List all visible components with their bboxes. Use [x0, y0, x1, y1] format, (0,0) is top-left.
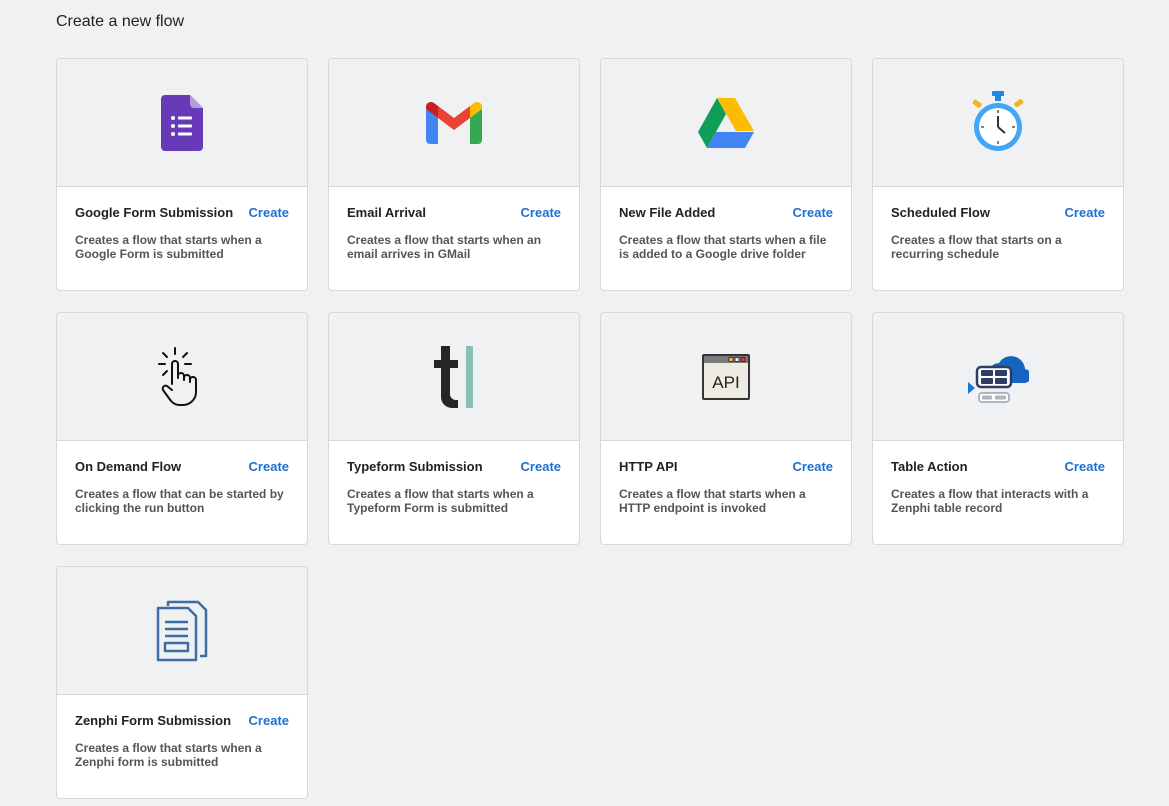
flow-card-google-form-submission[interactable]: Google Form Submission Create Creates a …	[56, 58, 308, 291]
google-drive-icon	[690, 87, 762, 159]
card-icon-area	[601, 59, 851, 187]
stopwatch-icon	[962, 87, 1034, 159]
card-icon-area	[57, 59, 307, 187]
card-icon-area	[873, 59, 1123, 187]
create-button[interactable]: Create	[521, 205, 561, 220]
flow-card-http-api[interactable]: API HTTP API Create Creates a flow that …	[600, 312, 852, 545]
create-button[interactable]: Create	[1065, 205, 1105, 220]
card-title: Google Form Submission	[75, 205, 234, 220]
card-title: Table Action	[891, 459, 968, 474]
page-title: Create a new flow	[56, 13, 185, 30]
api-window-icon: API	[690, 341, 762, 413]
create-button[interactable]: Create	[793, 205, 833, 220]
card-title: Typeform Submission	[347, 459, 483, 474]
card-title: Email Arrival	[347, 205, 427, 220]
card-icon-area	[329, 59, 579, 187]
card-icon-area	[329, 313, 579, 441]
flow-template-grid: Google Form Submission Create Creates a …	[56, 58, 1124, 799]
card-description: Creates a flow that starts when a Google…	[75, 233, 262, 261]
card-description: Creates a flow that starts when a Zenphi…	[75, 741, 262, 769]
flow-card-scheduled-flow[interactable]: Scheduled Flow Create Creates a flow tha…	[872, 58, 1124, 291]
create-button[interactable]: Create	[249, 459, 289, 474]
api-icon-label: API	[712, 373, 739, 392]
create-button[interactable]: Create	[521, 459, 561, 474]
card-title: Scheduled Flow	[891, 205, 990, 220]
card-title: Zenphi Form Submission	[75, 713, 232, 728]
flow-card-table-action[interactable]: Table Action Create Creates a flow that …	[872, 312, 1124, 545]
flow-card-new-file-added[interactable]: New File Added Create Creates a flow tha…	[600, 58, 852, 291]
flow-card-zenphi-form-submission[interactable]: Zenphi Form Submission Create Creates a …	[56, 566, 308, 799]
card-title: On Demand Flow	[75, 459, 182, 474]
create-button[interactable]: Create	[793, 459, 833, 474]
document-form-icon	[146, 595, 218, 667]
card-icon-area	[57, 313, 307, 441]
card-description: Creates a flow that can be started by cl…	[75, 487, 284, 515]
card-description: Creates a flow that interacts with a Zen…	[891, 487, 1089, 515]
card-icon-area: API	[601, 313, 851, 441]
card-title: HTTP API	[619, 459, 678, 474]
typeform-icon	[418, 341, 490, 413]
card-title: New File Added	[619, 205, 716, 220]
card-description: Creates a flow that starts on a recurrin…	[891, 233, 1062, 261]
card-icon-area	[57, 567, 307, 695]
flow-card-email-arrival[interactable]: Email Arrival Create Creates a flow that…	[328, 58, 580, 291]
card-description: Creates a flow that starts when a Typefo…	[347, 487, 534, 515]
create-button[interactable]: Create	[249, 205, 289, 220]
card-description: Creates a flow that starts when a file i…	[619, 233, 827, 261]
flow-card-typeform-submission[interactable]: Typeform Submission Create Creates a flo…	[328, 312, 580, 545]
create-button[interactable]: Create	[249, 713, 289, 728]
flow-card-on-demand-flow[interactable]: On Demand Flow Create Creates a flow tha…	[56, 312, 308, 545]
card-icon-area	[873, 313, 1123, 441]
cloud-table-icon	[962, 341, 1034, 413]
create-button[interactable]: Create	[1065, 459, 1105, 474]
google-forms-icon	[146, 87, 218, 159]
pointer-click-icon	[146, 341, 218, 413]
card-description: Creates a flow that starts when a HTTP e…	[619, 487, 806, 515]
gmail-icon	[418, 87, 490, 159]
card-description: Creates a flow that starts when an email…	[347, 233, 542, 261]
